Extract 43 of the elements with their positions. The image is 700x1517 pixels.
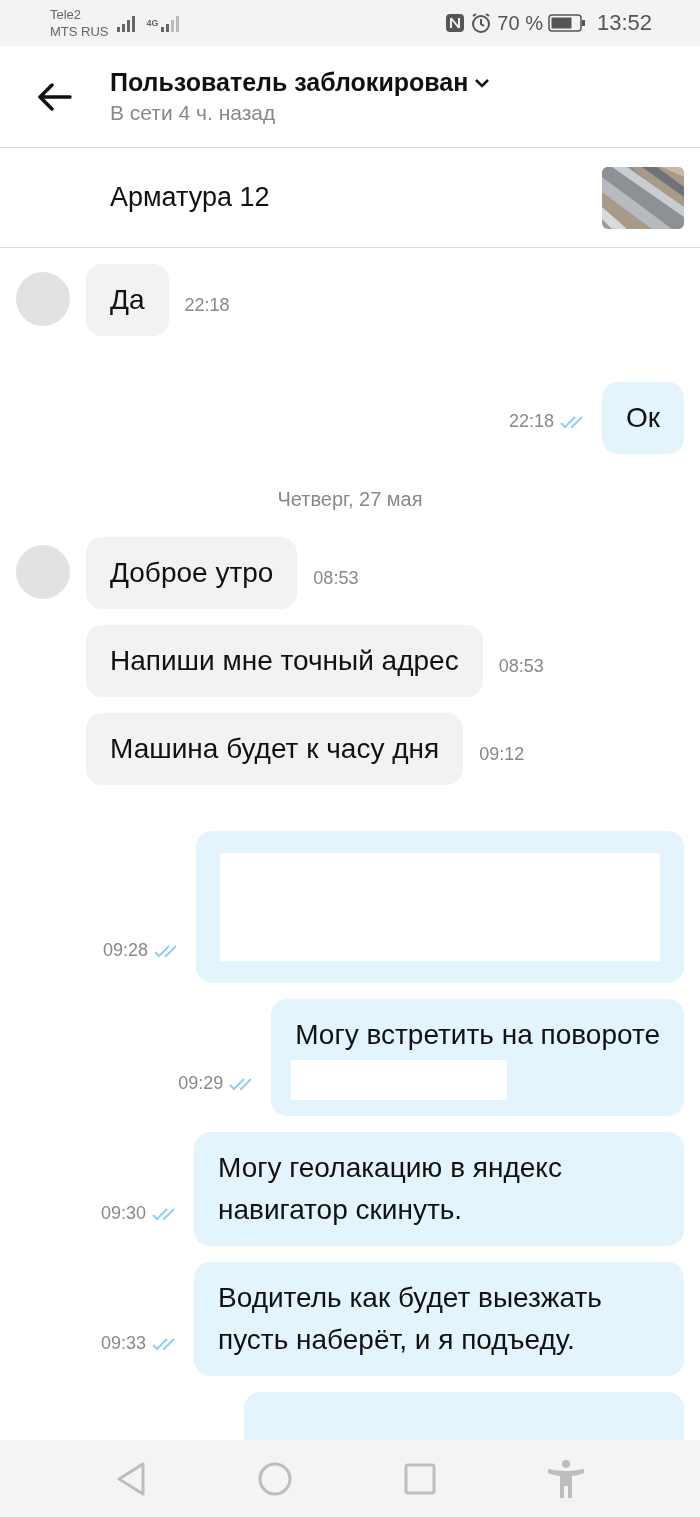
message-text: Могу встретить на повороте	[295, 1019, 660, 1050]
network-type: 4G	[146, 18, 159, 28]
double-check-icon	[152, 1336, 178, 1351]
message-text: Могу геолакацию в яндекс навигатор скинуть.	[218, 1152, 562, 1225]
listing-title: Арматура 12	[110, 182, 270, 213]
chevron-down-icon	[474, 77, 491, 88]
message-time: 22:18	[508, 411, 554, 432]
triangle-back-icon	[116, 1461, 146, 1496]
message-text: Да	[110, 284, 145, 315]
message-text: Доброе утро	[110, 557, 274, 588]
recents-nav-button[interactable]	[404, 1462, 436, 1495]
message-time: 08:53	[313, 568, 359, 589]
clock-time: 13:52	[596, 10, 652, 36]
chat-title[interactable]: Пользователь заблокирован	[110, 68, 491, 97]
back-nav-button[interactable]	[116, 1461, 146, 1496]
double-check-icon	[154, 943, 180, 958]
circle-home-icon	[258, 1461, 292, 1496]
back-arrow-icon	[38, 82, 72, 111]
carrier-name: MTS RUS	[50, 23, 109, 40]
message-time: 08:53	[498, 656, 544, 677]
message-text: Напиши мне точный адрес	[110, 645, 459, 676]
online-status: В сети 4 ч. назад	[110, 101, 277, 125]
home-nav-button[interactable]	[258, 1461, 292, 1496]
battery-percent: 70 %	[497, 11, 543, 35]
carrier-name: Tele2	[50, 6, 83, 23]
battery-icon	[547, 13, 586, 33]
message-text: Водитель как будет выезжать пусть наберёт, и я подъеду.	[218, 1282, 602, 1355]
message-time: 09:33	[100, 1333, 146, 1354]
alarm-icon	[470, 12, 493, 34]
accessibility-icon	[548, 1459, 584, 1498]
message-time: 09:12	[479, 744, 525, 765]
message-text: Ок	[625, 402, 660, 433]
message-text: Машина будет к часу дня	[110, 733, 440, 764]
message-time: 09:28	[102, 940, 148, 961]
message-time: 09:30	[100, 1203, 146, 1224]
double-check-icon	[152, 1206, 178, 1221]
double-check-icon	[559, 414, 586, 429]
nfc-icon	[445, 13, 466, 33]
date-separator: Четверг, 27 мая	[277, 488, 423, 511]
square-recents-icon	[404, 1462, 436, 1495]
message-time: 09:29	[178, 1073, 224, 1094]
message-time: 22:18	[184, 295, 230, 316]
accessibility-button[interactable]	[548, 1459, 584, 1498]
